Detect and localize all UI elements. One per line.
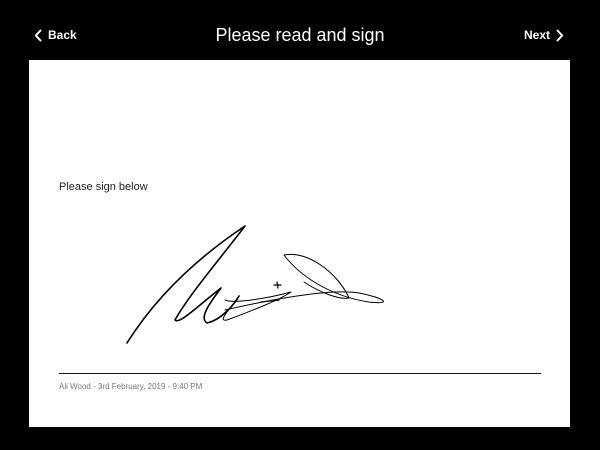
- signature-stroke-loop: [222, 291, 292, 321]
- page-title: Please read and sign: [215, 25, 385, 45]
- next-button-label: Next: [523, 28, 550, 42]
- signature-canvas[interactable]: [29, 60, 570, 427]
- signer-meta: Ali Wood - 3rd February, 2019 - 9:40 PM: [59, 382, 203, 391]
- next-button[interactable]: Next: [524, 24, 564, 46]
- signature-stroke-main: [126, 225, 246, 344]
- signature-stroke-swirl: [224, 253, 384, 311]
- signature-line: [59, 373, 541, 374]
- top-bar: Back Please read and sign Next: [0, 0, 600, 60]
- chevron-right-icon: [556, 29, 564, 41]
- screen: Back Please read and sign Next Please si…: [0, 0, 600, 450]
- signature-strokes: [126, 225, 384, 344]
- signature-card: Please sign below Ali Wood - 3rd Februar…: [29, 60, 570, 427]
